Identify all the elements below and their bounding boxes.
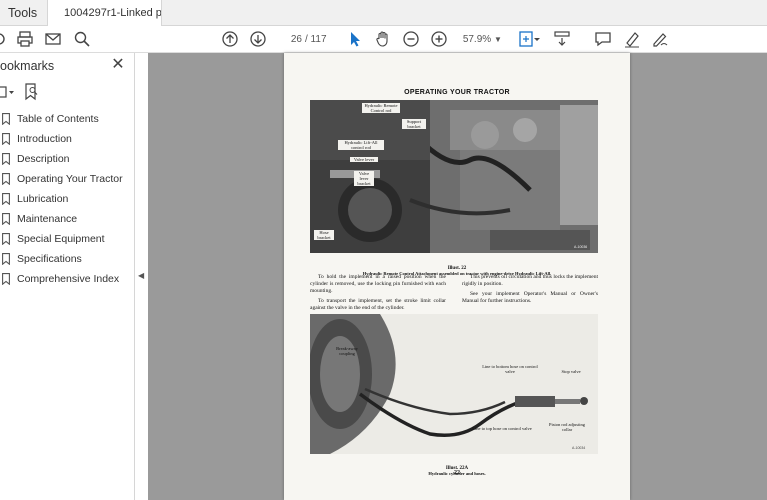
select-cursor-icon[interactable] — [345, 29, 365, 49]
stop-valve-label: Stop valve — [561, 369, 581, 374]
highlight-pen-icon[interactable] — [622, 29, 642, 49]
bookmark-icon — [2, 273, 10, 285]
print-icon[interactable] — [15, 29, 35, 49]
bookmark-item[interactable]: Table of Contents — [0, 109, 135, 129]
next-page-icon[interactable] — [248, 29, 268, 49]
bookmark-label: Description — [17, 153, 70, 165]
valve-lever-label: Valve lever — [350, 157, 378, 162]
email-icon[interactable] — [43, 29, 63, 49]
pdf-page: OPERATING YOUR TRACTOR Hydraulic Remote … — [284, 53, 630, 500]
close-icon[interactable]: ✕ — [109, 56, 127, 74]
cylinder-photo: Break-away coupling Line to bottom hose … — [310, 314, 598, 454]
bookmark-item[interactable]: Maintenance — [0, 209, 135, 229]
page-total: / 117 — [305, 34, 327, 45]
bookmark-item[interactable]: Operating Your Tractor — [0, 169, 135, 189]
line-top-label: Line to top hose on control valve — [472, 426, 532, 431]
bookmark-icon — [2, 193, 10, 205]
bookmarks-title: ookmarks — [0, 59, 55, 73]
previous-page-icon[interactable] — [220, 29, 240, 49]
paragraph: To transport the implement, set the stro… — [310, 298, 446, 311]
bookmark-icon — [2, 213, 10, 225]
page-heading: OPERATING YOUR TRACTOR — [404, 89, 510, 96]
bookmark-label: Introduction — [17, 133, 72, 145]
breakaway-label: Break-away coupling — [336, 346, 358, 356]
bookmark-label: Special Equipment — [17, 233, 105, 245]
bookmarks-header: ookmarks ✕ — [0, 53, 135, 79]
bookmarks-toolbar — [0, 81, 135, 105]
illus1-code: A-10036 — [574, 245, 588, 249]
illus2-code: A-10034 — [572, 446, 586, 450]
bookmarks-panel: ookmarks ✕ Table of Contents Introductio… — [0, 53, 135, 500]
tab-document[interactable]: 1004297r1-Linked p... — [47, 0, 162, 26]
save-icon[interactable] — [0, 29, 14, 49]
hose-bracket-label: Hose bracket — [314, 230, 334, 240]
bookmark-label: Operating Your Tractor — [17, 173, 123, 185]
bookmark-search-icon[interactable] — [24, 83, 40, 101]
zoom-dropdown-icon[interactable]: ▼ — [494, 31, 502, 48]
document-view[interactable]: OPERATING YOUR TRACTOR Hydraulic Remote … — [148, 53, 767, 500]
bookmark-item[interactable]: Lubrication — [0, 189, 135, 209]
bookmark-label: Comprehensive Index — [17, 273, 120, 285]
bookmark-icon — [2, 153, 10, 165]
fit-dropdown-icon[interactable] — [532, 29, 542, 49]
support-bracket-label: Support bracket — [402, 119, 426, 129]
bookmark-icon — [2, 113, 10, 125]
scrolling-mode-icon[interactable] — [552, 29, 572, 49]
bookmark-icon — [2, 133, 10, 145]
zoom-out-icon[interactable] — [401, 29, 421, 49]
find-icon[interactable] — [72, 29, 92, 49]
bookmark-icon — [2, 253, 10, 265]
text-column-right: This prevents oil circulation and thus l… — [462, 274, 598, 308]
engine-photo: Hydraulic Remote Control rod Support bra… — [310, 100, 598, 253]
paragraph: This prevents oil circulation and thus l… — [462, 274, 598, 287]
paragraph: See your implement Operator's Manual or … — [462, 291, 598, 304]
tab-bar: Tools 1004297r1-Linked p... — [0, 0, 767, 26]
zoom-level-field[interactable]: 57.9% — [456, 31, 498, 48]
bookmark-label: Lubrication — [17, 193, 69, 205]
bookmark-item[interactable]: Specifications — [0, 249, 135, 269]
tab-tools[interactable]: Tools — [0, 0, 47, 26]
piston-rod-label: Piston rod adjusting collar — [548, 422, 585, 432]
page-footer-number: 22 — [454, 470, 460, 476]
bookmark-label: Table of Contents — [17, 113, 99, 125]
toolbar: 26 / 117 57.9% ▼ — [0, 26, 767, 53]
bookmark-list: Table of Contents Introduction Descripti… — [0, 109, 135, 289]
line-bottom-label: Line to bottom hose on control valve — [482, 364, 538, 374]
bookmark-item[interactable]: Special Equipment — [0, 229, 135, 249]
bookmark-item[interactable]: Description — [0, 149, 135, 169]
page-number-field[interactable]: 26 — [276, 31, 302, 48]
remote-rod-label: Hydraulic Remote Control rod — [362, 103, 400, 113]
bookmark-label: Maintenance — [17, 213, 78, 225]
comment-icon[interactable] — [593, 29, 613, 49]
zoom-in-icon[interactable] — [429, 29, 449, 49]
hand-tool-icon[interactable] — [373, 29, 393, 49]
panel-splitter[interactable]: ◀ — [135, 53, 148, 500]
collapse-panel-icon[interactable]: ◀ — [138, 271, 144, 280]
liftall-rod-label: Hydraulic Lift-All control rod — [338, 140, 384, 150]
bookmark-label: Specifications — [17, 253, 82, 265]
sign-icon[interactable] — [650, 29, 670, 49]
text-column-left: To hold the implement in a raised positi… — [310, 274, 446, 315]
bookmark-item[interactable]: Introduction — [0, 129, 135, 149]
valve-lever-bracket-label: Valve lever bracket — [354, 171, 374, 186]
bookmark-icon — [2, 233, 10, 245]
bookmark-item[interactable]: Comprehensive Index — [0, 269, 135, 289]
bookmark-options-icon[interactable] — [0, 84, 15, 100]
bookmark-icon — [2, 173, 10, 185]
paragraph: To hold the implement in a raised positi… — [310, 274, 446, 294]
